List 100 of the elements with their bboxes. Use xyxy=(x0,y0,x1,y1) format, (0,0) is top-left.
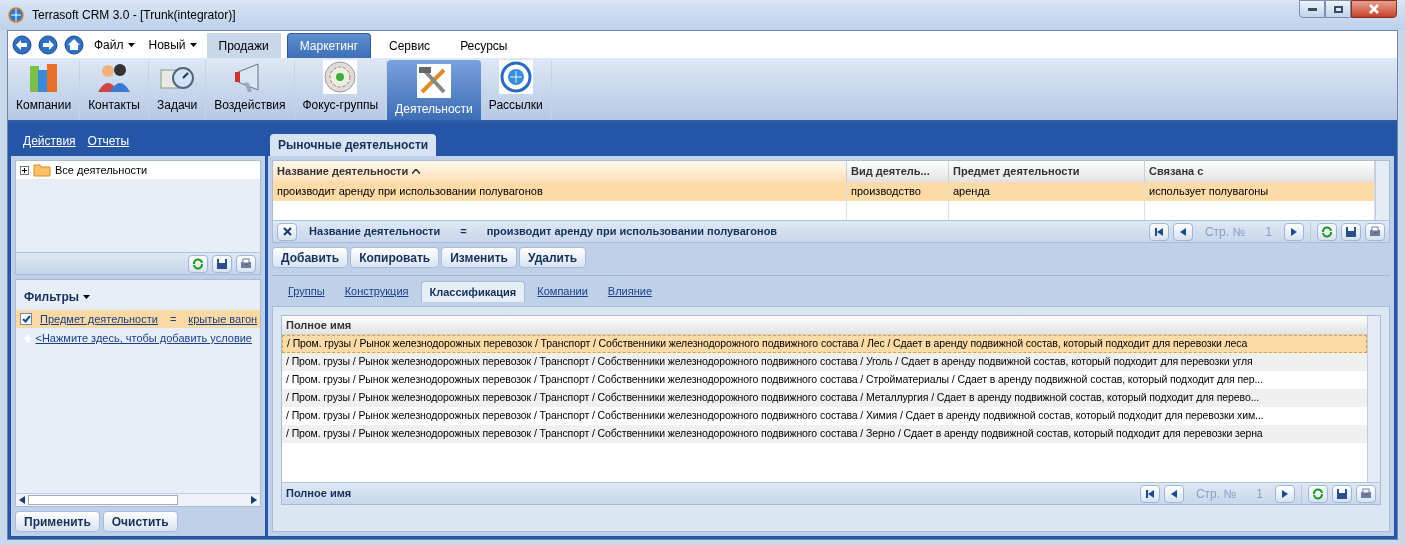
first-page-button[interactable] xyxy=(1139,484,1160,503)
ribbon-button[interactable]: Рассылки xyxy=(480,60,552,120)
page-number: 1 xyxy=(1264,223,1273,241)
vertical-scrollbar[interactable] xyxy=(1375,161,1389,220)
first-page-icon xyxy=(1153,226,1164,237)
ribbon-button[interactable]: Воздействия xyxy=(206,60,295,120)
filter-action-button[interactable]: Применить xyxy=(15,511,100,532)
folder-icon xyxy=(33,163,51,177)
checkbox[interactable] xyxy=(20,313,32,325)
horizontal-scrollbar[interactable] xyxy=(16,493,260,506)
filter-action-button[interactable]: Очистить xyxy=(102,511,178,532)
close-icon xyxy=(1369,4,1379,14)
save-button[interactable] xyxy=(1332,484,1352,503)
classification-row[interactable]: / Пром. грузы / Рынок железнодорожных перевозок / Транспорт / Собственники железнодорожного подвижного состава / Лес / Сдает в аренду подвижной состав, который подходит для перевозки леса xyxy=(282,335,1367,353)
forward-button[interactable] xyxy=(38,34,58,55)
menu-tab[interactable]: Сервис xyxy=(377,33,443,58)
clear-filter-button[interactable] xyxy=(277,222,297,241)
header-link[interactable]: Отчеты xyxy=(87,132,130,150)
print-button[interactable] xyxy=(236,254,256,273)
panel-tab[interactable]: Рыночные деятельности xyxy=(270,134,437,156)
refresh-icon xyxy=(192,257,204,270)
header-link[interactable]: Действия xyxy=(23,132,76,150)
column-header[interactable]: Название деятельности xyxy=(273,161,847,182)
save-icon xyxy=(1345,225,1357,238)
detail-tab[interactable]: Конструкция xyxy=(336,281,417,302)
column-header[interactable]: Полное имя xyxy=(282,316,1367,335)
detail-tab[interactable]: Классификация xyxy=(420,281,526,302)
ribbon-button[interactable]: Задачи xyxy=(148,60,207,120)
table-cell: производство xyxy=(847,182,949,201)
minimize-button[interactable] xyxy=(1299,0,1325,18)
first-page-button[interactable] xyxy=(1148,222,1169,241)
filters-menu[interactable]: Фильтры xyxy=(16,280,99,310)
save-icon xyxy=(1336,487,1348,500)
menu-tab[interactable]: Ресурсы xyxy=(448,33,520,58)
print-button[interactable] xyxy=(1356,484,1376,503)
menu-tab[interactable]: Маркетинг xyxy=(286,33,372,58)
filter-condition[interactable]: Предмет деятельности = крытые вагон xyxy=(16,310,260,328)
print-button[interactable] xyxy=(1365,222,1385,241)
next-page-button[interactable] xyxy=(1275,484,1295,503)
page-label: Стр. № xyxy=(1194,485,1238,503)
grid-row[interactable]: производит аренду при использовании полувагонов производство аренда использует полувагоны xyxy=(273,182,1375,201)
grid-action-button[interactable]: Удалить xyxy=(518,247,587,268)
grid-action-button[interactable]: Изменить xyxy=(441,247,517,268)
save-button[interactable] xyxy=(212,254,232,273)
ribbon-button[interactable]: Фокус-группы xyxy=(294,60,388,120)
classification-row[interactable]: / Пром. грузы / Рынок железнодорожных перевозок / Транспорт / Собственники железнодорожного подвижного состава / Зерно / Сдает в аренду подвижной состав, который подходит для перевозки зерна xyxy=(282,425,1367,443)
filter-field: Название деятельности xyxy=(305,223,441,240)
app-globe-icon xyxy=(8,7,24,23)
column-header[interactable]: Предмет деятельности xyxy=(949,161,1145,182)
window-title: Terrasoft CRM 3.0 - [Trunk(integrator)] xyxy=(32,7,236,24)
scroll-left-icon[interactable] xyxy=(19,496,25,504)
grid-action-button[interactable]: Копировать xyxy=(350,247,440,268)
page-number: 1 xyxy=(1255,485,1264,503)
classification-row[interactable]: / Пром. грузы / Рынок железнодорожных перевозок / Транспорт / Собственники железнодорожного подвижного состава / Уголь / Сдает в аренду подвижной состав, который подходит для перевозки угля xyxy=(282,353,1367,371)
add-condition-link[interactable]: <Нажмите здесь, чтобы добавить условие xyxy=(35,330,252,347)
page-label: Стр. № xyxy=(1203,223,1247,241)
home-button[interactable] xyxy=(64,34,84,55)
detail-tab[interactable]: Влияние xyxy=(599,281,661,302)
table-cell: производит аренду при использовании полувагонов xyxy=(273,182,847,201)
next-page-icon xyxy=(1280,488,1290,499)
grid-action-button[interactable]: Добавить xyxy=(272,247,349,268)
menu-tab[interactable]: Продажи xyxy=(206,33,281,58)
caret-icon xyxy=(189,42,197,47)
menu-item[interactable]: Файл xyxy=(90,35,139,54)
ribbon-button[interactable]: Деятельности xyxy=(387,60,481,120)
footer-label: Полное имя xyxy=(286,486,352,502)
close-button[interactable] xyxy=(1351,0,1397,18)
previous-page-button[interactable] xyxy=(1163,484,1184,503)
filter-value: производит аренду при использовании полувагонов xyxy=(486,224,778,240)
refresh-icon xyxy=(1312,487,1324,500)
previous-page-button[interactable] xyxy=(1172,222,1193,241)
globe-icon xyxy=(497,60,534,94)
maximize-button[interactable] xyxy=(1325,0,1351,18)
print-icon xyxy=(1369,225,1381,238)
detail-tab[interactable]: Компании xyxy=(529,281,596,302)
menu-item[interactable]: Новый xyxy=(144,35,201,54)
clear-filter-icon xyxy=(282,227,292,236)
ribbon-button[interactable]: Компании xyxy=(8,60,81,120)
tree-item[interactable]: Все деятельности xyxy=(16,161,260,179)
expand-toggle[interactable] xyxy=(20,165,29,175)
print-icon xyxy=(240,257,252,270)
refresh-button[interactable] xyxy=(1317,222,1337,241)
back-button[interactable] xyxy=(12,34,32,55)
classification-row[interactable]: / Пром. грузы / Рынок железнодорожных перевозок / Транспорт / Собственники железнодорожного подвижного состава / Металлургия / Сдает в аренду подвижной состав, который подходит для перево... xyxy=(282,389,1367,407)
vertical-scrollbar[interactable] xyxy=(1367,316,1380,482)
next-page-button[interactable] xyxy=(1284,222,1304,241)
column-header[interactable]: Связана с xyxy=(1145,161,1375,182)
refresh-button[interactable] xyxy=(188,254,208,273)
column-header[interactable]: Вид деятель... xyxy=(847,161,949,182)
tools-icon xyxy=(415,64,452,98)
table-cell: аренда xyxy=(949,182,1145,201)
refresh-button[interactable] xyxy=(1308,484,1328,503)
refresh-icon xyxy=(1321,225,1333,238)
scroll-right-icon[interactable] xyxy=(251,496,257,504)
caret-icon xyxy=(127,42,135,47)
caret-icon xyxy=(83,295,91,299)
first-page-icon xyxy=(1144,488,1155,499)
ribbon-button[interactable]: Контакты xyxy=(80,60,149,120)
detail-tab[interactable]: Группы xyxy=(280,281,333,302)
save-button[interactable] xyxy=(1341,222,1361,241)
